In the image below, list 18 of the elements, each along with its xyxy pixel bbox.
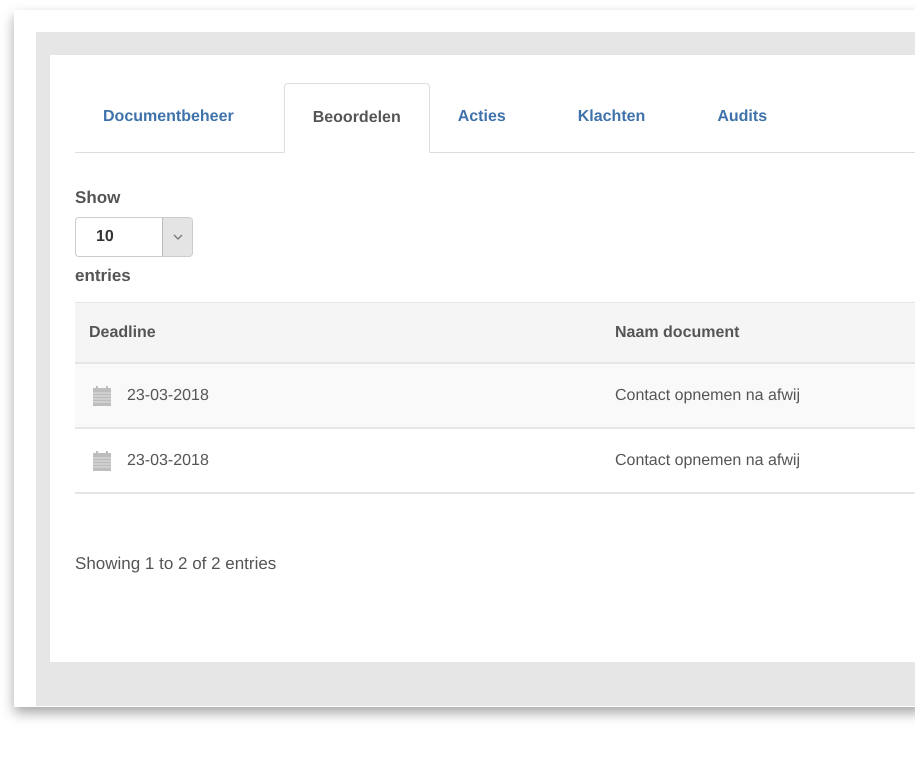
document-name-cell-text: Contact opnemen na afwij (615, 450, 800, 470)
tab[interactable]: Documentbeheer (75, 82, 262, 152)
column-header[interactable]: Naam document (615, 320, 740, 344)
deadline-cell-text: 23-03-2018 (127, 386, 209, 406)
table-info: Showing 1 to 2 of 2 entries (75, 553, 278, 575)
tab[interactable]: Acties (430, 82, 534, 152)
tab[interactable]: Beoordelen (284, 83, 430, 153)
document-name-cell-text: Contact opnemen na afwij (615, 386, 800, 406)
entries-label: entries (75, 264, 131, 286)
calendar-icon (93, 450, 111, 470)
deadline-cell-text: 23-03-2018 (127, 450, 209, 470)
column-header[interactable]: Deadline (75, 320, 615, 344)
entries-select[interactable]: 10 (75, 216, 193, 256)
tab[interactable]: Audits (689, 82, 796, 152)
tab[interactable]: Klachten (550, 82, 674, 152)
calendar-icon (93, 386, 111, 406)
chevron-down-icon (172, 234, 182, 240)
show-label: Show (75, 187, 120, 209)
